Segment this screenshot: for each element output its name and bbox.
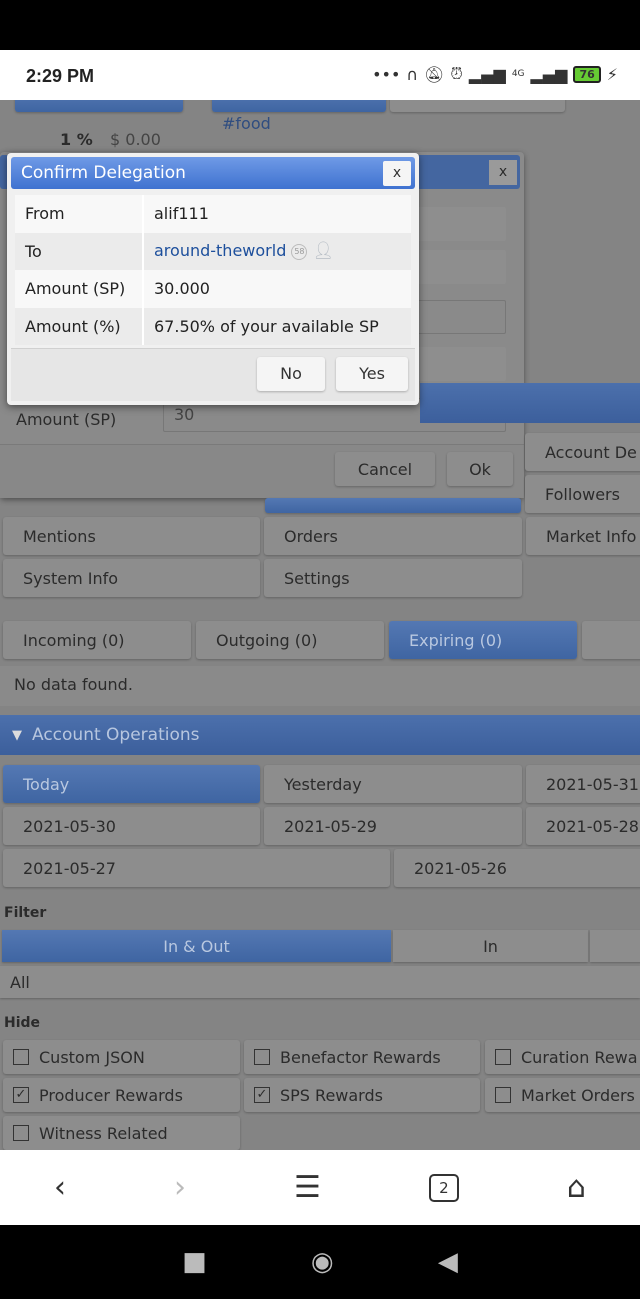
vote-amount: $ 0.00: [110, 130, 161, 149]
no-button[interactable]: No: [257, 357, 325, 391]
caret-down-icon: ▼: [12, 727, 22, 743]
table-row: Amount (SP) 30.000: [15, 270, 411, 308]
amount-sp-label: Amount (SP): [16, 410, 117, 429]
links-tab[interactable]: [390, 100, 565, 112]
ok-button[interactable]: Ok: [447, 452, 513, 486]
menu-settings[interactable]: Settings: [264, 559, 522, 597]
top-tab[interactable]: [15, 100, 183, 112]
dialog-titlebar: Confirm Delegation x: [11, 157, 415, 189]
date-yesterday[interactable]: Yesterday: [264, 765, 522, 803]
cancel-button[interactable]: Cancel: [335, 452, 435, 486]
date-button[interactable]: 2021-05-28: [526, 807, 640, 845]
filter-in[interactable]: In: [393, 930, 588, 962]
tab-incoming[interactable]: Incoming (0): [3, 621, 191, 659]
checkbox-checked[interactable]: ✓: [13, 1087, 29, 1103]
back-button-icon[interactable]: ◀: [438, 1247, 458, 1277]
user-icon[interactable]: 👤︎: [313, 241, 335, 261]
menu-orders[interactable]: Orders: [264, 517, 522, 555]
confirm-delegation-dialog: Confirm Delegation x From alif111 To aroun…: [7, 153, 419, 405]
more-icon: •••: [372, 64, 401, 84]
status-bar: 2:29 PM ••• ∩ 🔕︎ ⏰︎ ▂▄▆ 4G ▂▄▆ 76 ⚡︎: [0, 50, 640, 100]
recipient-link[interactable]: around-theworld: [154, 241, 286, 260]
menu-icon[interactable]: ☰: [294, 1170, 321, 1205]
alarm-icon: ⏰︎: [450, 64, 463, 83]
yes-button[interactable]: Yes: [336, 357, 408, 391]
menu-market-info[interactable]: Market Info: [526, 517, 640, 555]
recents-icon[interactable]: ■: [182, 1247, 207, 1277]
table-row: Amount (%) 67.50% of your available SP: [15, 307, 411, 345]
no-data-message: No data found.: [0, 666, 640, 706]
menu-system-info[interactable]: System Info: [3, 559, 260, 597]
tag-link[interactable]: #food: [222, 114, 271, 133]
confirmation-table: From alif111 To around-theworld 58 👤︎ Amou…: [15, 195, 411, 345]
headphones-icon: ∩: [406, 64, 419, 84]
tabs-icon[interactable]: 2: [428, 1173, 459, 1202]
menu-mentions[interactable]: Mentions: [3, 517, 260, 555]
hide-benefactor-rewards[interactable]: Benefactor Rewards: [244, 1040, 480, 1074]
date-button[interactable]: 2021-05-26: [394, 849, 640, 887]
table-row: To around-theworld 58 👤︎: [15, 232, 411, 270]
network-type: 4G: [511, 69, 525, 79]
battery-icon: 76: [573, 65, 601, 83]
system-nav-bar: ■ ◉ ◀: [0, 1225, 640, 1299]
forward-icon[interactable]: ›: [174, 1170, 186, 1205]
table-row: From alif111: [15, 195, 411, 233]
reputation-badge: 58: [291, 243, 308, 260]
status-icons: ••• ∩ 🔕︎ ⏰︎ ▂▄▆ 4G ▂▄▆ 76 ⚡︎: [372, 64, 618, 84]
checkbox[interactable]: [13, 1125, 29, 1141]
page-content: #food 1 % $ 0.00 x Amount (SP) 30 Cancel…: [0, 100, 640, 1150]
section-header: [420, 383, 640, 423]
filter-label: Filter: [4, 905, 47, 921]
charging-icon: ⚡︎: [606, 64, 618, 84]
filter-select[interactable]: All: [0, 966, 640, 998]
bell-off-icon: 🔕︎: [424, 64, 445, 84]
hide-curation-rewards[interactable]: Curation Rewa: [485, 1040, 640, 1074]
tab-extra[interactable]: [582, 621, 640, 659]
hide-sps-rewards[interactable]: ✓ SPS Rewards: [244, 1078, 480, 1112]
filter-in-out[interactable]: In & Out: [2, 930, 391, 962]
hide-label: Hide: [4, 1015, 41, 1031]
home-icon[interactable]: ⌂: [567, 1170, 586, 1205]
menu-followers[interactable]: Followers: [525, 475, 640, 513]
dialog-title: Confirm Delegation: [21, 163, 186, 183]
checkbox[interactable]: [495, 1049, 511, 1065]
tab-outgoing[interactable]: Outgoing (0): [196, 621, 384, 659]
checkbox[interactable]: [13, 1049, 29, 1065]
dialog-footer: No Yes: [11, 348, 415, 401]
tags-tab[interactable]: [212, 100, 386, 112]
dialog-close-button[interactable]: x: [383, 161, 411, 186]
signal-icon: ▂▄▆: [530, 64, 568, 84]
date-button[interactable]: 2021-05-31: [526, 765, 640, 803]
date-button[interactable]: 2021-05-30: [3, 807, 260, 845]
hide-custom-json[interactable]: Custom JSON: [3, 1040, 240, 1074]
hide-market-orders[interactable]: Market Orders: [485, 1078, 640, 1112]
browser-nav-bar: ‹ › ☰ 2 ⌂: [0, 1150, 640, 1225]
tab-expiring[interactable]: Expiring (0): [389, 621, 577, 659]
filter-out[interactable]: [590, 930, 640, 962]
date-today[interactable]: Today: [3, 765, 260, 803]
checkbox[interactable]: [495, 1087, 511, 1103]
close-button[interactable]: x: [489, 160, 517, 185]
menu-account-details[interactable]: Account De: [525, 433, 640, 471]
checkbox-checked[interactable]: ✓: [254, 1087, 270, 1103]
signal-icon: ▂▄▆: [468, 64, 506, 84]
menu-delegations[interactable]: [265, 498, 521, 513]
checkbox[interactable]: [254, 1049, 270, 1065]
date-button[interactable]: 2021-05-27: [3, 849, 390, 887]
hide-producer-rewards[interactable]: ✓ Producer Rewards: [3, 1078, 240, 1112]
back-icon[interactable]: ‹: [54, 1170, 66, 1205]
hide-witness-related[interactable]: Witness Related: [3, 1116, 240, 1150]
date-button[interactable]: 2021-05-29: [264, 807, 522, 845]
home-button-icon[interactable]: ◉: [311, 1247, 334, 1277]
account-operations-header[interactable]: ▼ Account Operations: [0, 715, 640, 755]
vote-percent: 1 %: [60, 130, 93, 149]
clock: 2:29 PM: [26, 66, 95, 86]
